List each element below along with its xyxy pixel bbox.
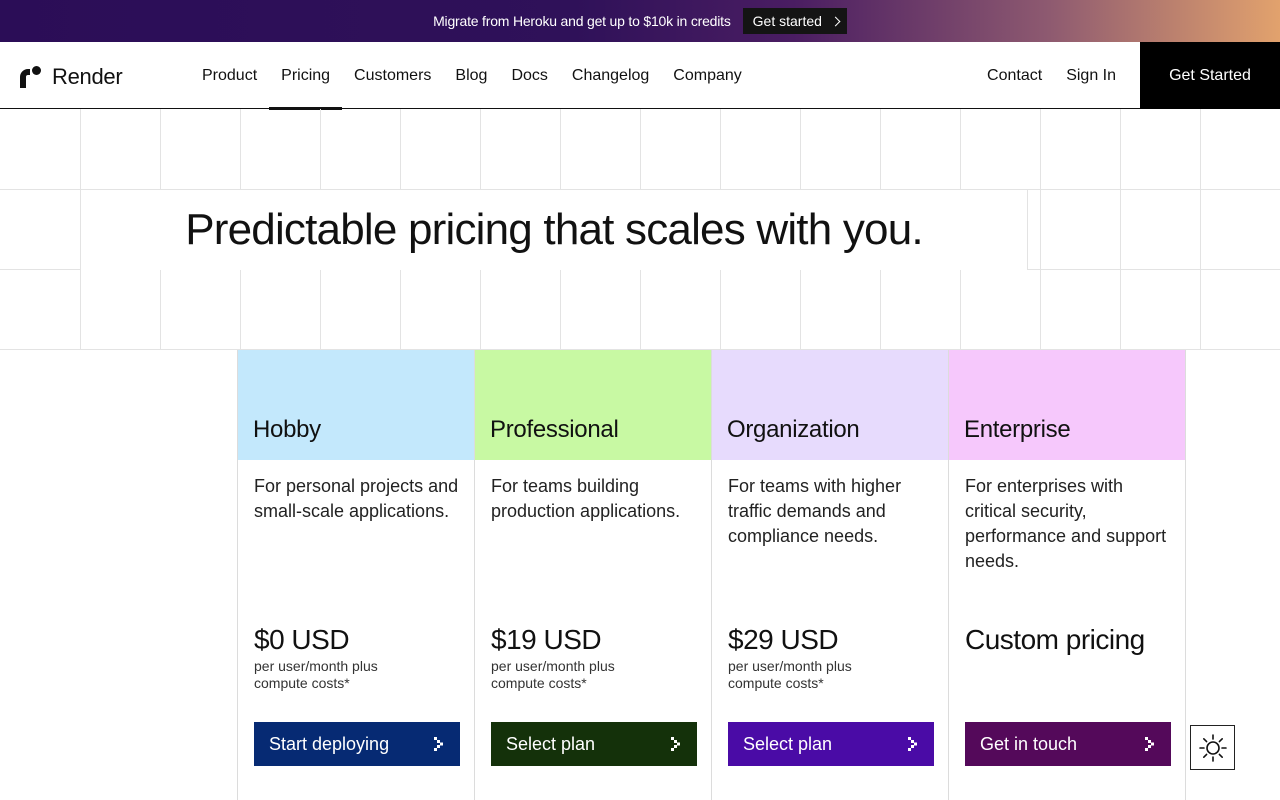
nav-link-docs[interactable]: Docs (499, 42, 559, 109)
get-started-button[interactable]: Get Started (1140, 42, 1280, 109)
plan-name: Hobby (253, 416, 321, 443)
nav-link-label: Changelog (571, 66, 650, 84)
pixel-arrow-icon (671, 737, 680, 751)
nav-right: Contact Sign In Get Started (987, 42, 1280, 109)
hero: Predictable pricing that scales with you… (80, 190, 1028, 270)
nav-link-label: Docs (511, 66, 548, 84)
nav-link-label: Pricing (281, 66, 331, 84)
select-plan-professional-button[interactable]: Select plan (491, 722, 697, 766)
sun-icon (1198, 733, 1227, 762)
nav-link-product[interactable]: Product (190, 42, 269, 109)
nav-link-company[interactable]: Company (661, 42, 753, 109)
plan-price-note: per user/month plus compute costs* (254, 658, 378, 691)
plan-description: For personal projects and small-scale ap… (254, 476, 459, 521)
nav-link-changelog[interactable]: Changelog (560, 42, 661, 109)
plan-card-enterprise: Enterprise For enterprises with critical… (949, 350, 1186, 800)
promo-get-started-button[interactable]: Get started (742, 8, 847, 34)
promo-button-label: Get started (752, 13, 822, 29)
pixel-arrow-icon (434, 737, 443, 751)
nav-links: Product Pricing Customers Blog Docs Chan… (190, 42, 754, 110)
plan-header: Hobby (238, 350, 474, 460)
plan-card-organization: Organization For teams with higher traff… (712, 350, 949, 800)
plan-button-label: Select plan (506, 733, 596, 754)
plan-name: Enterprise (964, 416, 1071, 443)
nav-link-label: Customers (354, 66, 432, 84)
theme-toggle-button[interactable] (1190, 725, 1235, 770)
plan-name: Professional (490, 416, 619, 443)
plan-card-professional: Professional For teams building producti… (475, 350, 712, 800)
logo-text: Render (52, 64, 123, 89)
plan-price: $19 USD (491, 624, 602, 655)
plan-description: For teams building production applicatio… (491, 476, 681, 521)
plan-description: For enterprises with critical security, … (965, 476, 1167, 571)
pricing-plans: Hobby For personal projects and small-sc… (237, 350, 1186, 800)
pixel-arrow-icon (1145, 737, 1154, 751)
plan-description: For teams with higher traffic demands an… (728, 476, 902, 546)
plan-button-label: Select plan (743, 733, 833, 754)
plan-header: Organization (712, 350, 948, 460)
sign-in-link[interactable]: Sign In (1066, 67, 1116, 85)
plan-header: Professional (475, 350, 711, 460)
nav-link-label: Blog (455, 66, 488, 84)
promo-text: Migrate from Heroku and get up to $10k i… (433, 13, 731, 29)
select-plan-organization-button[interactable]: Select plan (728, 722, 934, 766)
page-title: Predictable pricing that scales with you… (185, 205, 923, 254)
plan-button-label: Start deploying (269, 733, 390, 754)
plan-price: $0 USD (254, 624, 350, 655)
get-in-touch-button[interactable]: Get in touch (965, 722, 1171, 766)
nav-link-pricing[interactable]: Pricing (269, 42, 342, 110)
nav-link-customers[interactable]: Customers (342, 42, 443, 109)
plan-price: Custom pricing (965, 624, 1145, 655)
plan-price-note: per user/month plus compute costs* (728, 658, 852, 691)
logo[interactable]: Render (20, 64, 123, 90)
promo-banner: Migrate from Heroku and get up to $10k i… (0, 0, 1280, 42)
plan-name: Organization (727, 416, 860, 443)
nav-link-blog[interactable]: Blog (443, 42, 499, 109)
plan-price-note: per user/month plus compute costs* (491, 658, 615, 691)
plan-button-label: Get in touch (980, 733, 1078, 754)
nav-link-label: Company (673, 66, 742, 84)
start-deploying-button[interactable]: Start deploying (254, 722, 460, 766)
top-nav: Render Product Pricing Customers Blog Do… (0, 42, 1280, 110)
render-logo-icon (20, 66, 41, 88)
plan-price: $29 USD (728, 624, 839, 655)
nav-link-label: Product (202, 66, 258, 84)
contact-link[interactable]: Contact (987, 67, 1042, 85)
chevron-right-icon (830, 16, 841, 26)
plan-card-hobby: Hobby For personal projects and small-sc… (238, 350, 475, 800)
pixel-arrow-icon (908, 737, 917, 751)
plan-header: Enterprise (949, 350, 1185, 460)
